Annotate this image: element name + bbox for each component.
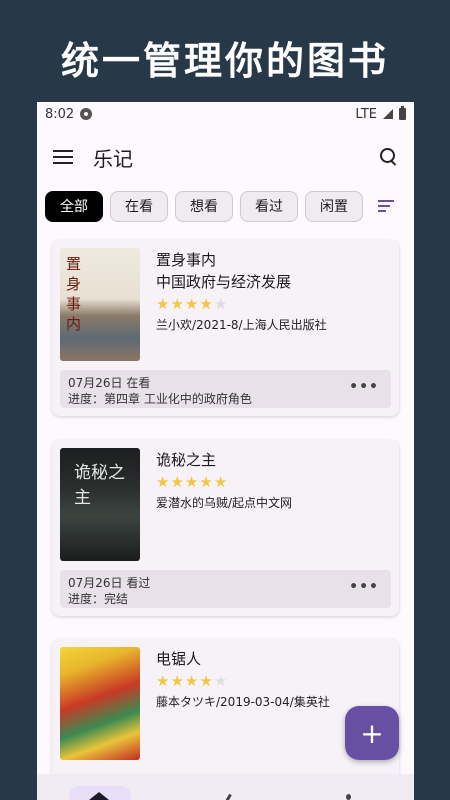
status-time: 8:02 xyxy=(45,106,75,122)
nav-item-edit-icon[interactable] xyxy=(225,793,232,800)
star-rating: ★★★★★ xyxy=(156,295,327,313)
star-empty-icon: ★ xyxy=(213,295,229,313)
progress-note: 07月26日 看过 进度：完结 ••• xyxy=(60,570,391,608)
star-filled-icon: ★ xyxy=(184,295,200,313)
network-label: LTE xyxy=(355,106,377,122)
sort-icon[interactable] xyxy=(378,200,394,212)
star-filled-icon: ★ xyxy=(199,295,214,313)
book-title: 电锯人 xyxy=(156,650,202,668)
note-date-status: 07月26日 看过 xyxy=(68,576,151,590)
add-book-button[interactable]: + xyxy=(345,706,399,760)
cover-title: 置身事内 xyxy=(66,255,82,333)
star-rating: ★★★★★ xyxy=(156,672,330,690)
filter-chips: 全部 在看 想看 看过 闲置 xyxy=(37,189,414,223)
bottom-nav xyxy=(37,774,414,800)
signal-icon xyxy=(383,109,393,119)
app-title: 乐记 xyxy=(93,146,133,171)
book-meta: 爱潜水的乌贼/起点中文网 xyxy=(156,496,293,510)
nav-item-profile-icon[interactable] xyxy=(346,794,351,800)
star-filled-icon: ★ xyxy=(199,672,214,690)
book-card[interactable]: 置身事内 置身事内 中国政府与经济发展 ★★★★★ 兰小欢/2021-8/上海人… xyxy=(52,240,399,416)
chip-read[interactable]: 看过 xyxy=(240,190,298,222)
chip-idle[interactable]: 闲置 xyxy=(305,190,363,222)
book-cover xyxy=(60,647,140,760)
book-title: 诡秘之主 xyxy=(156,451,217,469)
phone-screen: 8:02 LTE 乐记 全部 在看 想看 看过 闲置 置身事内 置身事内 中国政… xyxy=(37,102,414,800)
search-icon[interactable] xyxy=(380,148,398,166)
book-title: 置身事内 xyxy=(156,251,217,269)
star-filled-icon: ★ xyxy=(170,295,185,313)
home-icon xyxy=(89,792,109,800)
battery-icon xyxy=(399,106,406,120)
chip-want[interactable]: 想看 xyxy=(175,190,233,222)
star-filled-icon: ★ xyxy=(184,473,200,491)
star-filled-icon: ★ xyxy=(213,473,229,491)
star-rating: ★★★★★ xyxy=(156,473,292,491)
menu-icon[interactable] xyxy=(53,150,73,164)
star-filled-icon: ★ xyxy=(199,473,214,491)
star-filled-icon: ★ xyxy=(156,295,171,313)
star-filled-icon: ★ xyxy=(156,473,171,491)
star-filled-icon: ★ xyxy=(184,672,200,690)
book-subtitle: 中国政府与经济发展 xyxy=(156,273,292,291)
chip-all[interactable]: 全部 xyxy=(45,190,103,222)
book-meta: 藤本タツキ/2019-03-04/集英社 xyxy=(156,695,330,709)
more-icon[interactable]: ••• xyxy=(349,579,379,595)
book-cover: 置身事内 xyxy=(60,248,140,361)
progress-note: 07月26日 在看 进度：第四章 工业化中的政府角色 ••• xyxy=(60,370,391,408)
book-meta: 兰小欢/2021-8/上海人民出版社 xyxy=(156,318,327,332)
star-filled-icon: ★ xyxy=(156,672,171,690)
status-bar: 8:02 LTE xyxy=(37,102,414,126)
note-progress: 进度：完结 xyxy=(68,592,129,606)
star-filled-icon: ★ xyxy=(170,672,185,690)
promo-title: 统一管理你的图书 xyxy=(60,39,389,83)
app-bar: 乐记 xyxy=(37,126,414,188)
star-empty-icon: ★ xyxy=(213,672,229,690)
more-icon[interactable]: ••• xyxy=(349,379,379,395)
note-date-status: 07月26日 在看 xyxy=(68,376,151,390)
cover-title: 诡秘之主 xyxy=(74,463,125,508)
gear-icon xyxy=(80,108,93,120)
note-progress: 进度：第四章 工业化中的政府角色 xyxy=(68,392,252,406)
chip-reading[interactable]: 在看 xyxy=(110,190,168,222)
star-filled-icon: ★ xyxy=(170,473,185,491)
book-cover: 诡秘之主 xyxy=(60,448,140,561)
book-card[interactable]: 诡秘之主 诡秘之主 ★★★★★ 爱潜水的乌贼/起点中文网 07月26日 看过 进… xyxy=(52,440,399,616)
